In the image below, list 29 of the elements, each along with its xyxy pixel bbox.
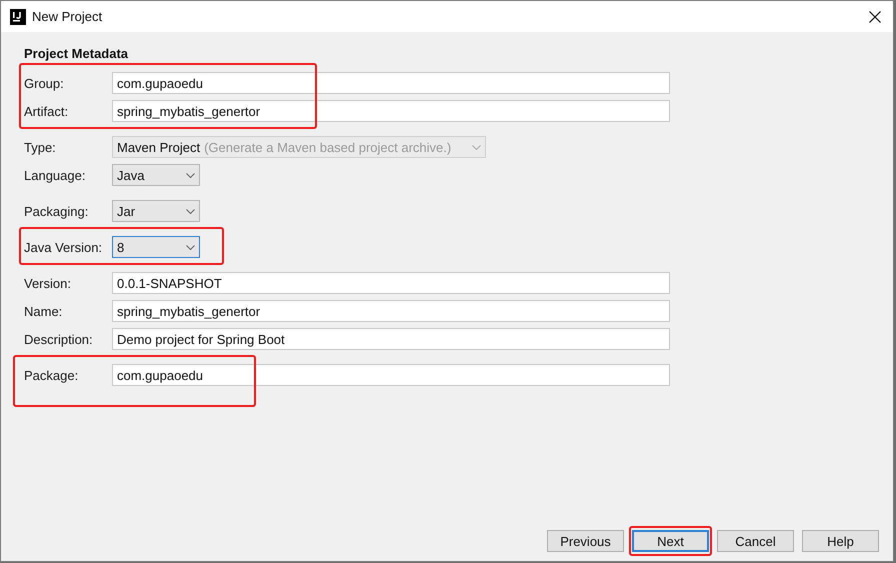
window-title: New Project (32, 9, 102, 24)
input-field[interactable]: Demo project for Spring Boot (112, 328, 670, 350)
dropdown[interactable]: 8 (112, 236, 200, 258)
dropdown[interactable]: Jar (112, 200, 200, 222)
field-label: Name: (24, 304, 64, 318)
field-label: Description: (24, 332, 94, 346)
input-field[interactable]: 0.0.1-SNAPSHOT (112, 272, 670, 294)
field-label: Group: (24, 76, 65, 90)
field-label: Package: (24, 368, 80, 382)
input-field[interactable]: com.gupaoedu (112, 364, 670, 386)
input-field[interactable]: spring_mybatis_genertor (112, 100, 670, 122)
field-label: Artifact: (24, 104, 70, 118)
field-label: Java Version: (24, 240, 104, 254)
chevron-icon (186, 244, 195, 250)
chevron-icon (186, 208, 195, 214)
section-title: Project Metadata (24, 46, 130, 61)
field-label: Type: (24, 140, 57, 154)
dialog-button[interactable]: Cancel (717, 530, 794, 552)
close-icon[interactable] (869, 10, 881, 22)
field-label: Packaging: (24, 204, 90, 218)
dialog-button[interactable]: Help (802, 530, 879, 552)
field-label: Version: (24, 276, 72, 290)
dialog-button[interactable]: Previous (547, 530, 624, 552)
dropdown[interactable]: Java (112, 164, 200, 186)
input-field[interactable]: com.gupaoedu (112, 72, 670, 94)
chevron-icon (186, 172, 195, 178)
chevron-icon (472, 144, 481, 150)
input-field[interactable]: spring_mybatis_genertor (112, 300, 670, 322)
field-label: Language: (24, 168, 86, 182)
